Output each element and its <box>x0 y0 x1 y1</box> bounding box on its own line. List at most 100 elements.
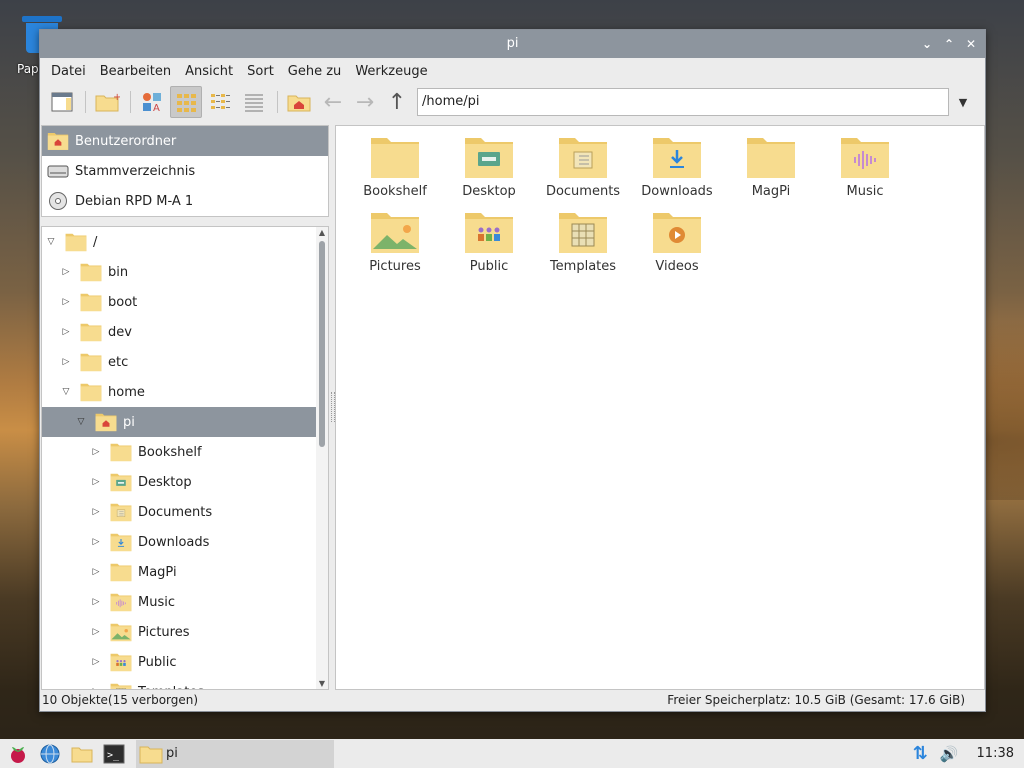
tree-row[interactable]: ▷ etc <box>42 347 328 377</box>
home-folder-icon <box>47 131 69 151</box>
folder-icon <box>745 134 797 180</box>
tree-row[interactable]: ▽ home <box>42 377 328 407</box>
tree-row[interactable]: ▷ Public <box>42 647 328 677</box>
scroll-thumb[interactable] <box>319 241 325 447</box>
tree-row[interactable]: ▷ Music <box>42 587 328 617</box>
file-item[interactable]: Public <box>442 209 536 284</box>
file-item[interactable]: Desktop <box>442 134 536 209</box>
folder-icon <box>109 622 133 642</box>
tree-row[interactable]: ▷ MagPi <box>42 557 328 587</box>
expander-icon[interactable]: ▷ <box>59 357 73 367</box>
menu-ansicht[interactable]: Ansicht <box>178 64 240 79</box>
tree-label: home <box>108 384 145 400</box>
expander-icon[interactable]: ▷ <box>89 627 103 637</box>
browser-launcher[interactable] <box>36 741 64 767</box>
file-item[interactable]: MagPi <box>724 134 818 209</box>
thumbnail-view-icon: A <box>143 93 161 114</box>
tree-row[interactable]: ▷ Downloads <box>42 527 328 557</box>
new-folder-button[interactable]: + <box>91 86 123 118</box>
tree-row[interactable]: ▷ Pictures <box>42 617 328 647</box>
tree-row[interactable]: ▷ Documents <box>42 497 328 527</box>
menu-bearbeiten[interactable]: Bearbeiten <box>93 64 178 79</box>
file-name: Downloads <box>641 184 713 199</box>
tree-label: Documents <box>138 504 213 520</box>
file-name: Bookshelf <box>363 184 427 199</box>
menu-werkzeuge[interactable]: Werkzeuge <box>348 64 434 79</box>
tree-row[interactable]: ▽ / <box>42 227 328 257</box>
file-item[interactable]: Documents <box>536 134 630 209</box>
expander-icon[interactable]: ▷ <box>89 447 103 457</box>
network-icon[interactable]: ⇅ <box>913 743 928 764</box>
file-item[interactable]: Downloads <box>630 134 724 209</box>
tree-row[interactable]: ▷ Bookshelf <box>42 437 328 467</box>
close-icon[interactable]: ✕ <box>963 30 979 58</box>
expander-icon[interactable]: ▷ <box>59 297 73 307</box>
expander-icon[interactable]: ▽ <box>59 387 73 397</box>
file-item[interactable]: Templates <box>536 209 630 284</box>
home-button[interactable] <box>283 86 315 118</box>
expander-icon[interactable]: ▷ <box>89 477 103 487</box>
tree-row[interactable]: ▷ boot <box>42 287 328 317</box>
raspberry-menu-button[interactable] <box>4 741 32 767</box>
maximize-icon[interactable]: ⌃ <box>941 30 957 58</box>
tree-label: Bookshelf <box>138 444 202 460</box>
folder-icon <box>839 134 891 180</box>
tree-label: Music <box>138 594 175 610</box>
compact-view-button[interactable] <box>204 86 236 118</box>
expander-icon[interactable]: ▷ <box>59 267 73 277</box>
tree-scrollbar[interactable]: ▲ ▼ <box>316 227 328 689</box>
expander-icon[interactable]: ▷ <box>59 327 73 337</box>
tree-row[interactable]: ▷ Desktop <box>42 467 328 497</box>
file-manager-launcher[interactable] <box>68 741 96 767</box>
place-item[interactable]: Stammverzeichnis <box>42 156 328 186</box>
place-item[interactable]: Benutzerordner <box>42 126 328 156</box>
path-dropdown-icon[interactable]: ▼ <box>951 96 975 109</box>
file-item[interactable]: Music <box>818 134 912 209</box>
menu-gehe-zu[interactable]: Gehe zu <box>281 64 349 79</box>
expander-icon[interactable]: ▽ <box>44 237 58 247</box>
expander-icon[interactable]: ▷ <box>89 567 103 577</box>
file-name: Templates <box>549 259 617 274</box>
up-arrow-icon[interactable]: ↑ <box>381 90 413 115</box>
file-name: Public <box>469 259 509 274</box>
globe-icon <box>40 744 60 763</box>
menu-sort[interactable]: Sort <box>240 64 281 79</box>
minimize-icon[interactable]: ⌄ <box>919 30 935 58</box>
path-input[interactable]: /home/pi <box>417 88 949 116</box>
tree-label: MagPi <box>138 564 177 580</box>
file-item[interactable]: Pictures <box>348 209 442 284</box>
clock[interactable]: 11:38 <box>977 746 1014 761</box>
window-titlebar[interactable]: pi ⌄ ⌃ ✕ <box>40 30 985 58</box>
tree-row[interactable]: ▽ pi <box>42 407 328 437</box>
expander-icon[interactable]: ▷ <box>89 507 103 517</box>
back-arrow-icon[interactable]: ← <box>317 90 349 115</box>
forward-arrow-icon[interactable]: → <box>349 90 381 115</box>
tree-label: / <box>93 234 98 250</box>
file-item[interactable]: Videos <box>630 209 724 284</box>
new-window-button[interactable] <box>46 86 78 118</box>
new-folder-icon: + <box>95 92 120 112</box>
expander-icon[interactable]: ▷ <box>89 657 103 667</box>
tree-label: dev <box>108 324 132 340</box>
tree-label: bin <box>108 264 129 280</box>
scroll-down-icon[interactable]: ▼ <box>316 679 328 688</box>
expander-icon[interactable]: ▷ <box>89 597 103 607</box>
place-item[interactable]: Debian RPD M-A 1 <box>42 186 328 216</box>
icon-view-button[interactable] <box>170 86 202 118</box>
expander-icon[interactable]: ▷ <box>89 537 103 547</box>
folder-icon <box>109 562 133 582</box>
taskbar-task-pi[interactable]: pi <box>136 739 334 768</box>
terminal-icon: >_ <box>103 744 125 763</box>
expander-icon[interactable]: ▽ <box>74 417 88 427</box>
tree-row[interactable]: ▷ bin <box>42 257 328 287</box>
volume-icon[interactable]: 🔊 <box>940 745 959 763</box>
thumbnail-view-button[interactable]: A <box>136 86 168 118</box>
file-item[interactable]: Bookshelf <box>348 134 442 209</box>
scroll-up-icon[interactable]: ▲ <box>316 228 328 237</box>
menu-datei[interactable]: Datei <box>44 64 93 79</box>
list-view-button[interactable] <box>238 86 270 118</box>
home-folder-icon <box>287 95 311 112</box>
tree-row[interactable]: ▷ dev <box>42 317 328 347</box>
list-view-icon <box>245 94 263 112</box>
terminal-launcher[interactable]: >_ <box>100 741 128 767</box>
